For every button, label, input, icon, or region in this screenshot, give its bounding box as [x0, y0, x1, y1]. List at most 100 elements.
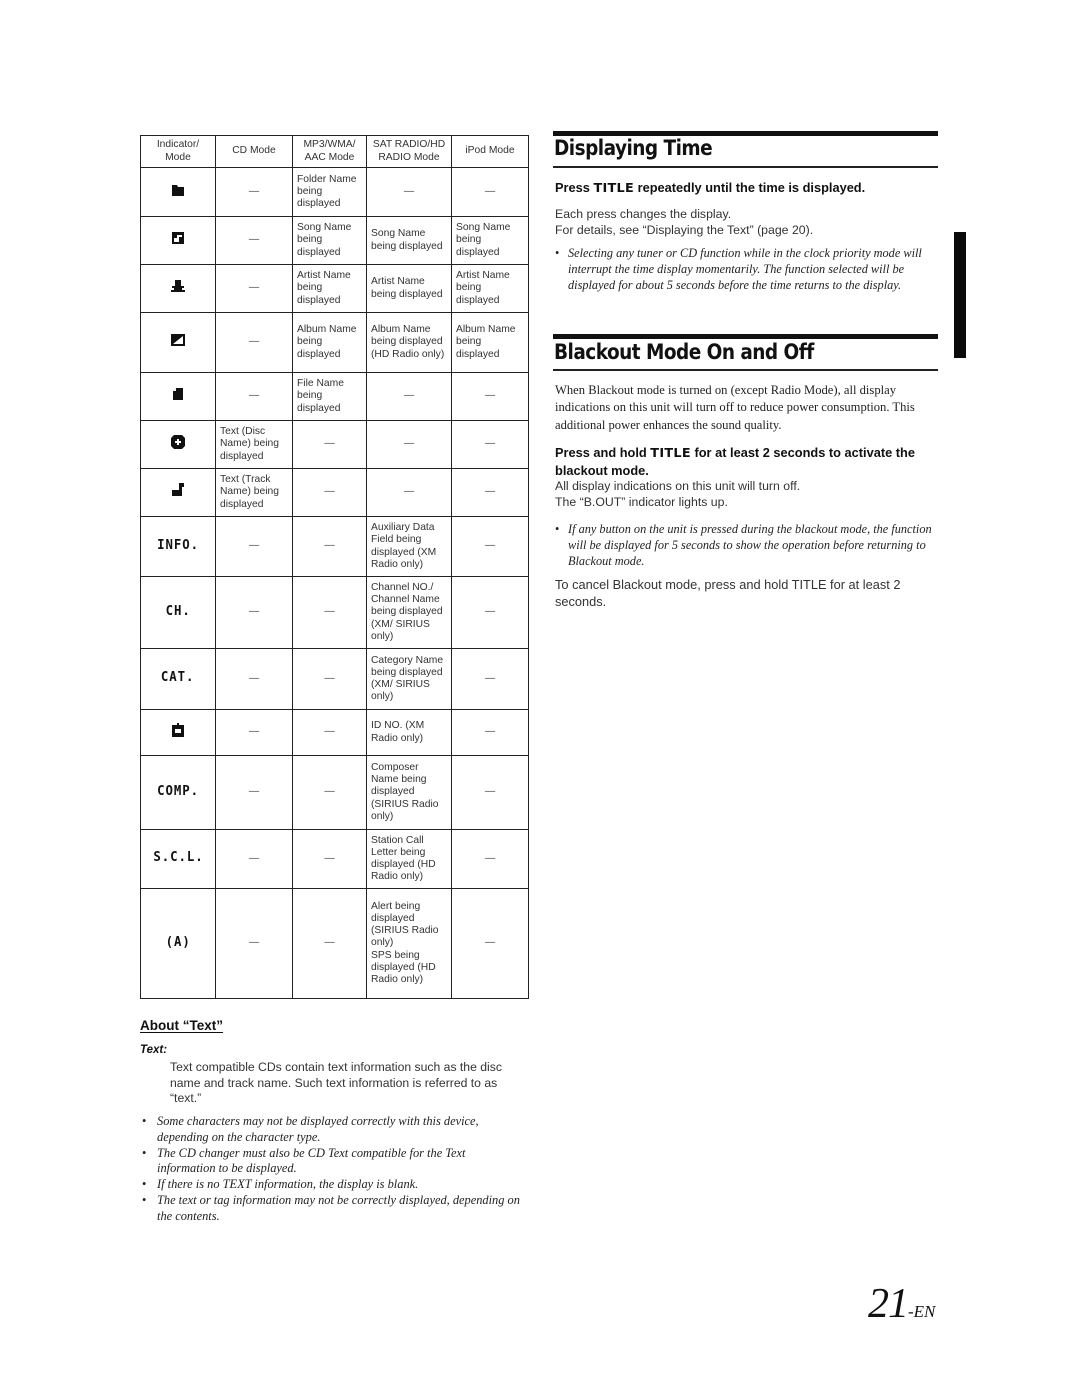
ipod-mode-cell: —	[451, 576, 529, 649]
table-body: — Folder Name being displayed — — — Song Name…	[140, 167, 529, 999]
indicator-cell	[140, 420, 216, 469]
displaying-time-instruction: Press TITLE repeatedly until the time is…	[555, 179, 940, 197]
note-item: If any button on the unit is pressed dur…	[555, 521, 935, 570]
cd-mode-cell: —	[215, 264, 293, 313]
table-row: — Song Name being displayed Song Name bein…	[140, 216, 529, 265]
mp3-mode-cell: —	[292, 829, 367, 889]
text-description: Text compatible CDs contain text informa…	[170, 1060, 502, 1106]
disc-icon	[170, 434, 186, 454]
mp3-mode-cell: File Name being displayed	[292, 372, 367, 421]
sat-mode-cell: Song Name being displayed	[366, 216, 452, 265]
blackout-intro: When Blackout mode is turned on (except …	[555, 383, 915, 432]
mp3-mode-cell: —	[292, 576, 367, 649]
table-row: — File Name being displayed — —	[140, 372, 529, 421]
instruction-text: Press	[555, 180, 594, 195]
header-mp3-mode: MP3/WMA/ AAC Mode	[292, 135, 367, 168]
blackout-instruction: Press and hold TITLE for at least 2 seco…	[555, 444, 940, 479]
body-line: For details, see “Displaying the Text” (…	[555, 222, 814, 237]
file-icon	[172, 387, 184, 405]
cd-mode-cell: Text (Track Name) being displayed	[215, 468, 293, 517]
mp3-mode-cell: —	[292, 516, 367, 577]
text-label: Text:	[140, 1044, 168, 1056]
body-line: The “B.OUT” indicator lights up.	[555, 494, 728, 509]
body-line: Each press changes the display.	[555, 207, 732, 221]
note-item: If there is no TEXT information, the dis…	[140, 1177, 520, 1193]
sat-mode-cell: —	[366, 372, 452, 421]
table-row: CAT. — — Category Name being displayed (XM/…	[140, 648, 529, 710]
indicator-cell	[140, 709, 216, 756]
table-header-row: Indicator/ Mode CD Mode MP3/WMA/ AAC Mod…	[140, 135, 529, 168]
ipod-mode-cell: Artist Name being displayed	[451, 264, 529, 313]
lcd-indicator-text: COMP.	[157, 783, 199, 799]
title-key: TITLE	[650, 446, 691, 461]
sat-mode-cell: Category Name being displayed (XM/ SIRIU…	[366, 648, 452, 710]
note-item: The text or tag information may not be c…	[140, 1193, 520, 1225]
about-text-heading: About “Text”	[140, 1018, 223, 1033]
cd-mode-cell: —	[215, 216, 293, 265]
lcd-indicator-text: CH.	[165, 603, 191, 619]
instruction-text: repeatedly until the time is displayed.	[634, 180, 866, 195]
track-icon	[171, 482, 185, 502]
mp3-mode-cell: Artist Name being displayed	[292, 264, 367, 313]
indicator-cell	[140, 468, 216, 517]
title-key: TITLE	[593, 181, 635, 196]
cd-mode-cell: —	[215, 755, 293, 830]
cd-mode-cell: —	[215, 372, 293, 421]
mp3-mode-cell: —	[292, 420, 367, 469]
blackout-notes: If any button on the unit is pressed dur…	[555, 521, 935, 570]
sat-mode-cell: Channel NO./ Channel Name being displaye…	[366, 576, 452, 649]
ipod-mode-cell: —	[451, 516, 529, 577]
cd-mode-cell: —	[215, 167, 293, 217]
table-row: S.C.L. — — Station Call Letter being displa…	[140, 829, 529, 889]
sat-mode-cell: —	[366, 420, 452, 469]
cd-mode-cell: —	[215, 648, 293, 710]
header-indicator-mode: Indicator/ Mode	[140, 135, 216, 168]
displaying-time-notes: Selecting any tuner or CD function while…	[555, 245, 935, 294]
section-rule-thin	[553, 369, 938, 371]
mp3-mode-cell: —	[292, 468, 367, 517]
ipod-mode-cell: —	[451, 420, 529, 469]
cd-mode-cell: —	[215, 312, 293, 373]
sat-mode-cell: —	[366, 167, 452, 217]
page-number: 21-EN	[868, 1280, 935, 1328]
body-line: All display indications on this unit wil…	[555, 479, 801, 493]
sat-mode-cell: Auxiliary Data Field being displayed (XM…	[366, 516, 452, 577]
section-side-tab	[954, 232, 966, 358]
cd-mode-cell: —	[215, 888, 293, 999]
blackout-cancel-text: To cancel Blackout mode, press and hold …	[555, 577, 901, 609]
table-row: — Artist Name being displayed Artist Name …	[140, 264, 529, 313]
mp3-mode-cell: Song Name being displayed	[292, 216, 367, 265]
mp3-mode-cell: —	[292, 648, 367, 710]
section-rule-thick	[553, 334, 938, 339]
indicator-cell: CAT.	[140, 648, 216, 710]
mp3-mode-cell: Folder Name being displayed	[292, 167, 367, 217]
folder-icon	[171, 183, 185, 201]
table-row: COMP. — — Composer Name being displayed (SI…	[140, 755, 529, 830]
album-icon	[170, 333, 186, 351]
table-row: CH. — — Channel NO./ Channel Name being dis…	[140, 576, 529, 649]
cd-mode-cell: —	[215, 576, 293, 649]
table-row: Text (Track Name) being displayed — — —	[140, 468, 529, 517]
indicator-mode-table: Indicator/ Mode CD Mode MP3/WMA/ AAC Mod…	[140, 135, 529, 999]
table-row: Text (Disc Name) being displayed — — —	[140, 420, 529, 469]
cd-mode-cell: —	[215, 829, 293, 889]
sat-mode-cell: Composer Name being displayed (SIRIUS Ra…	[366, 755, 452, 830]
cd-mode-cell: —	[215, 709, 293, 756]
mp3-mode-cell: —	[292, 755, 367, 830]
ipod-mode-cell: —	[451, 755, 529, 830]
indicator-cell: INFO.	[140, 516, 216, 577]
sat-mode-cell: ID NO. (XM Radio only)	[366, 709, 452, 756]
header-ipod-mode: iPod Mode	[451, 135, 529, 168]
mp3-mode-cell: —	[292, 888, 367, 999]
table-row: INFO. — — Auxiliary Data Field being displa…	[140, 516, 529, 577]
note-item: Selecting any tuner or CD function while…	[555, 245, 935, 294]
indicator-cell	[140, 216, 216, 265]
instruction-text: Press and hold	[555, 445, 651, 460]
indicator-cell	[140, 312, 216, 373]
header-cd-mode: CD Mode	[215, 135, 293, 168]
lcd-indicator-text: S.C.L.	[152, 850, 204, 866]
sat-mode-cell: Artist Name being displayed	[366, 264, 452, 313]
ipod-mode-cell: —	[451, 888, 529, 999]
table-row: — Album Name being displayed Album Name be…	[140, 312, 529, 373]
table-row: (A) — — Alert being displayed (SIRIUS Radio…	[140, 888, 529, 999]
